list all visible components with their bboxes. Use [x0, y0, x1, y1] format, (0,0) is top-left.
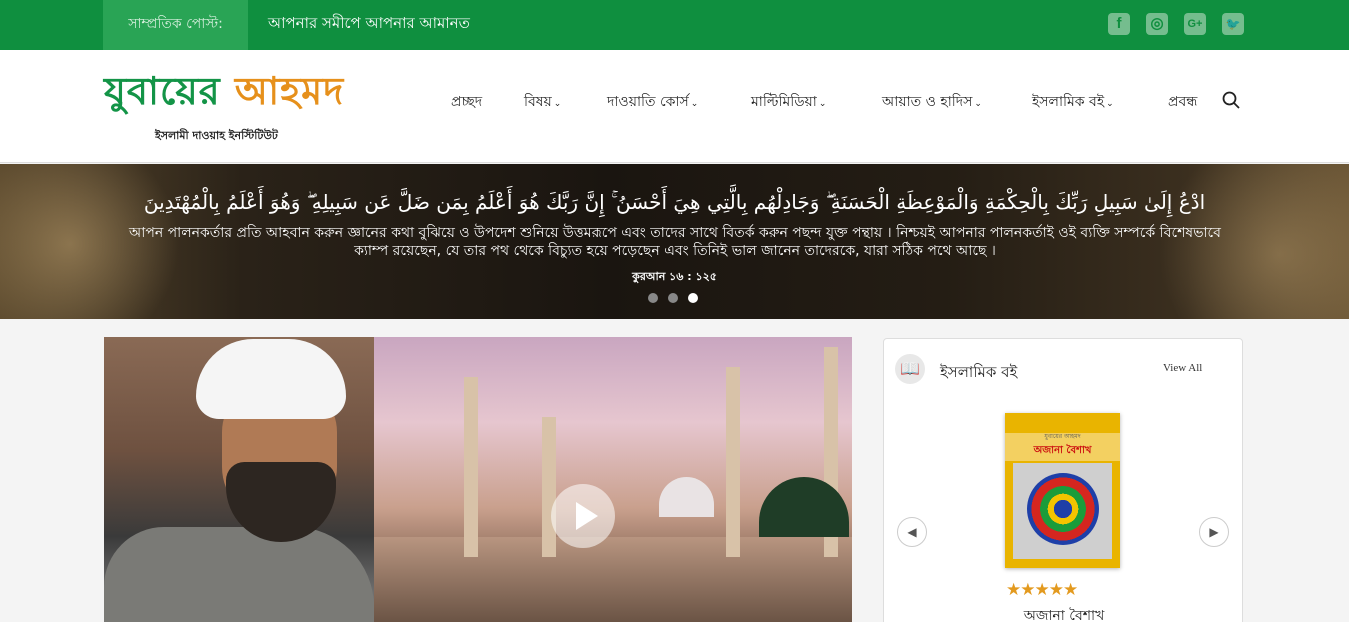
logo-part-2: আহমদ — [234, 69, 345, 113]
chevron-down-icon: ⌄ — [818, 99, 827, 109]
chevron-down-icon: ⌄ — [974, 99, 982, 109]
view-all-link[interactable]: View All — [1163, 362, 1202, 374]
nav-label: ইসলামিক বই — [1032, 94, 1105, 110]
nav-label: মাল্টিমিডিয়া — [751, 94, 817, 110]
nav-item-islamic-books[interactable]: ইসলামিক বই ⌄ — [1032, 90, 1114, 112]
rating-stars: ★★★★★ — [1006, 580, 1078, 600]
play-button[interactable] — [551, 484, 615, 548]
minaret — [464, 377, 478, 557]
instagram-icon[interactable]: ◎ — [1146, 13, 1168, 35]
site-logo[interactable]: যুবায়ের আহমদ — [104, 72, 344, 110]
chevron-down-icon: ⌄ — [690, 99, 699, 109]
nav-item-ayat-hadith[interactable]: আয়াত ও হাদিস ⌄ — [882, 90, 982, 112]
nav-label: দাওয়াতি কোর্স — [607, 94, 689, 110]
twitter-icon[interactable]: 🐦 — [1222, 13, 1244, 35]
recent-post-link[interactable]: আপনার সমীপে আপনার আমানত — [268, 0, 470, 50]
speaker-image — [104, 337, 374, 622]
google-plus-glyph: G+ — [1187, 18, 1203, 30]
recent-posts-label: সাম্প্রতিক পোস্ট: — [103, 0, 248, 50]
featured-video[interactable] — [104, 337, 852, 622]
verse-slider: ادْعُ إِلَىٰ سَبِيلِ رَبِّكَ بِالْحِكْمَ… — [0, 164, 1349, 319]
nav-item-home[interactable]: প্রচ্ছদ — [451, 90, 482, 112]
verse-translation: আপন পালনকর্তার প্রতি আহবান করুন জ্ঞানের … — [129, 225, 1221, 259]
nav-item-articles[interactable]: প্রবন্ধ — [1168, 90, 1197, 112]
book-cover[interactable]: যুবায়ের আহমদ অজানা বৈশাখ — [1005, 413, 1120, 568]
twitter-glyph: 🐦 — [1225, 17, 1241, 31]
cover-author: যুবায়ের আহমদ — [1044, 433, 1081, 440]
slider-dot-3[interactable] — [688, 293, 698, 303]
carousel-prev-button[interactable]: ◀ — [897, 517, 927, 547]
book-name[interactable]: অজানা বৈশাখ — [884, 604, 1244, 622]
minaret — [542, 417, 556, 557]
widget-title: ইসলামিক বই — [940, 363, 1018, 381]
nav-label: প্রচ্ছদ — [451, 94, 483, 110]
slider-dot-2[interactable] — [668, 293, 678, 303]
book-icon: 📖 — [895, 354, 925, 384]
nav-label: বিষয় — [524, 94, 552, 110]
minaret — [726, 367, 740, 557]
search-icon[interactable] — [1222, 91, 1240, 109]
verse-reference: কুরআন ১৬ : ১২৫ — [632, 270, 717, 283]
cover-mandala — [1027, 473, 1099, 545]
speaker-turban — [196, 339, 346, 419]
chevron-down-icon: ⌄ — [1106, 99, 1114, 109]
nav-label: প্রবন্ধ — [1168, 94, 1198, 110]
facebook-glyph: f — [1116, 15, 1122, 32]
mosque-scene — [374, 537, 852, 622]
nav-item-multimedia[interactable]: মাল্টিমিডিয়া ⌄ — [751, 90, 826, 112]
arabic-verse: ادْعُ إِلَىٰ سَبِيلِ رَبِّكَ بِالْحِكْمَ… — [143, 190, 1206, 214]
site-tagline: ইসলামী দাওয়াহ ইনস্টিটিউট — [155, 129, 278, 142]
speaker-coat — [104, 527, 374, 622]
top-bar: সাম্প্রতিক পোস্ট: আপনার সমীপে আপনার আমান… — [0, 0, 1349, 50]
slider-dot-1[interactable] — [648, 293, 658, 303]
cover-title: অজানা বৈশাখ — [1033, 445, 1092, 456]
google-plus-icon[interactable]: G+ — [1184, 13, 1206, 35]
logo-part-1: যুবায়ের — [104, 69, 221, 113]
nav-label: আয়াত ও হাদিস — [882, 94, 973, 110]
nav-item-dawah-course[interactable]: দাওয়াতি কোর্স ⌄ — [607, 90, 698, 112]
instagram-glyph: ◎ — [1150, 15, 1164, 32]
white-dome — [659, 477, 714, 517]
facebook-icon[interactable]: f — [1108, 13, 1130, 35]
carousel-next-button[interactable]: ▶ — [1199, 517, 1229, 547]
islamic-books-widget: 📖 ইসলামিক বই View All ◀ ▶ যুবায়ের আহমদ … — [883, 338, 1243, 622]
chevron-down-icon: ⌄ — [553, 99, 562, 109]
site-header: যুবায়ের আহমদ ইসলামী দাওয়াহ ইনস্টিটিউট … — [0, 50, 1349, 163]
nav-item-topics[interactable]: বিষয় ⌄ — [524, 90, 561, 112]
